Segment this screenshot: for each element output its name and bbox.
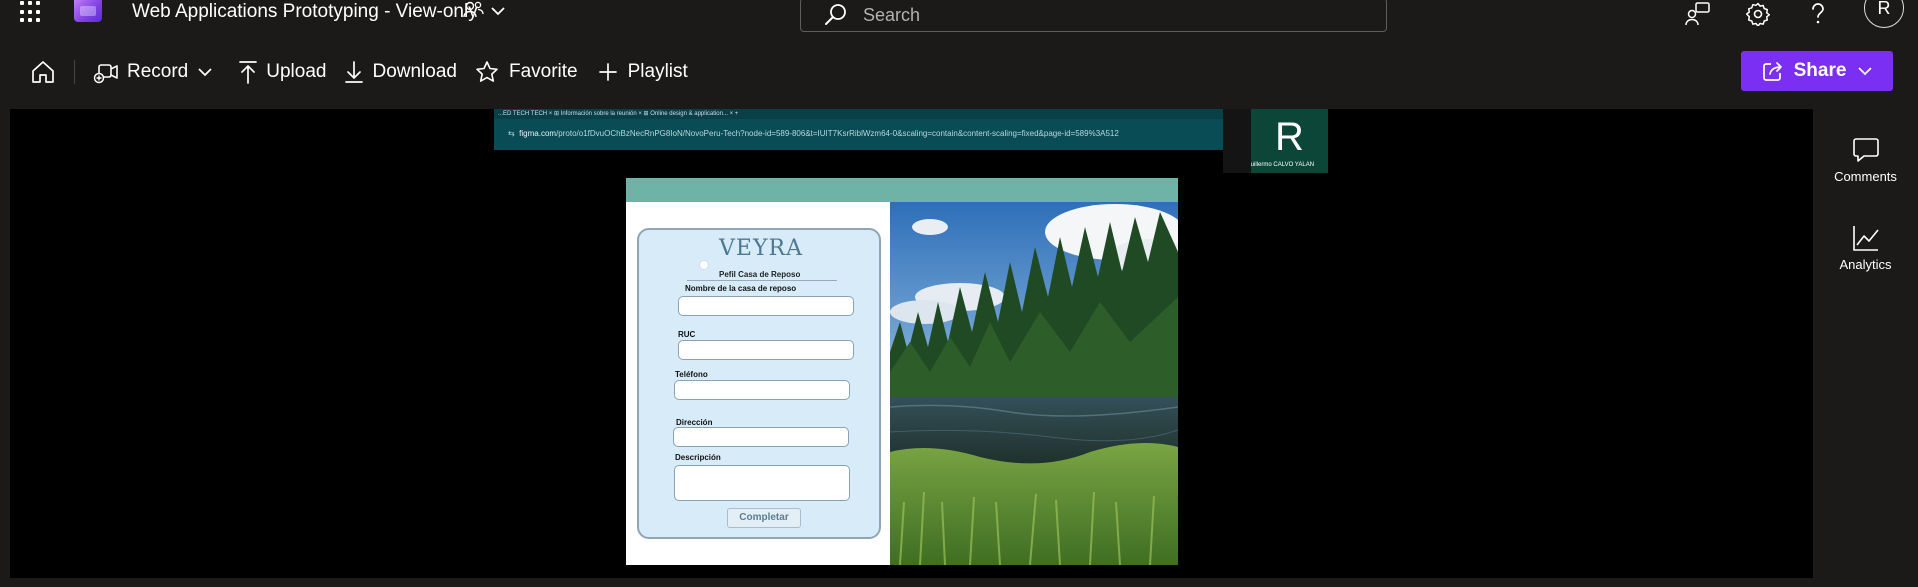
comment-icon — [1851, 135, 1881, 165]
shared-browser-window: ...ED TECH TECH × ⊞ Información sobre la… — [494, 109, 1224, 150]
analytics-label: Analytics — [1839, 257, 1892, 272]
profile-title: Pefil Casa de Reposo — [719, 270, 801, 279]
search-box[interactable]: Search — [800, 0, 1387, 32]
analytics-chart-icon — [1851, 223, 1881, 253]
home-icon — [32, 61, 54, 83]
field-label: Descripción — [675, 453, 721, 462]
stream-logo-icon — [74, 0, 102, 22]
home-button[interactable] — [30, 50, 56, 94]
right-rail: Comments Analytics — [1813, 109, 1918, 587]
upload-icon — [239, 61, 258, 84]
search-icon — [823, 2, 849, 28]
profile-form-card: VEYRA Pefil Casa de Reposo Nombre de la … — [637, 228, 881, 539]
brand-logo-text: VEYRA — [719, 236, 803, 261]
participant-initial: R — [1275, 115, 1304, 159]
field-label: RUC — [678, 330, 696, 339]
comments-label: Comments — [1834, 169, 1897, 184]
title-underline — [687, 280, 837, 281]
settings-gear-icon[interactable] — [1744, 0, 1772, 28]
chevron-down-icon[interactable] — [198, 67, 212, 77]
name-input[interactable] — [678, 296, 854, 316]
record-label: Record — [127, 61, 189, 82]
chevron-down-icon[interactable] — [1858, 66, 1873, 76]
playlist-button[interactable]: Playlist — [598, 50, 688, 94]
record-camera-icon — [93, 64, 118, 84]
favorite-label: Favorite — [508, 61, 578, 82]
profile-avatar-icon — [699, 260, 709, 270]
title-actions — [463, 0, 505, 24]
field-label: Dirección — [676, 418, 713, 427]
field-label: Teléfono — [675, 370, 708, 379]
address-input[interactable] — [673, 427, 849, 447]
url-path: /proto/o1fDvuOChBzNecRnPG8IoN/NovoPeru-T… — [556, 129, 1119, 138]
browser-url: ⇆ figma.com/proto/o1fDvuOChBzNecRnPG8IoN… — [508, 129, 1119, 138]
browser-tabs: ...ED TECH TECH × ⊞ Información sobre la… — [494, 109, 1224, 119]
url-domain: figma.com — [519, 129, 557, 138]
download-icon — [345, 61, 364, 83]
share-icon — [1762, 62, 1782, 81]
top-right-actions: R — [1684, 0, 1918, 28]
shared-people-icon[interactable] — [463, 1, 485, 24]
help-icon[interactable] — [1804, 0, 1832, 28]
video-player[interactable]: ...ED TECH TECH × ⊞ Información sobre la… — [10, 109, 1813, 578]
page-title: Web Applications Prototyping - View-only — [132, 1, 478, 22]
top-header: Web Applications Prototyping - View-only… — [0, 0, 1918, 40]
toolbar-divider — [74, 60, 75, 84]
record-button[interactable]: Record — [93, 50, 212, 94]
star-icon — [476, 61, 498, 82]
favorite-button[interactable]: Favorite — [475, 50, 578, 94]
share-label: Share — [1793, 60, 1847, 81]
playlist-label: Playlist — [627, 61, 688, 82]
plus-icon — [598, 63, 617, 81]
prototype-header-band — [626, 178, 1178, 202]
phone-input[interactable] — [674, 380, 850, 400]
ruc-input[interactable] — [678, 340, 854, 360]
landscape-image — [890, 202, 1178, 565]
participant-tile-shadow — [1223, 109, 1251, 173]
upload-label: Upload — [266, 61, 327, 82]
feedback-icon[interactable] — [1684, 0, 1712, 28]
command-bar: Record Upload Download Favorite Playlist… — [0, 50, 1918, 94]
app-launcher-icon[interactable] — [14, 0, 46, 24]
field-label: Nombre de la casa de reposo — [685, 284, 797, 293]
chevron-down-icon[interactable] — [491, 3, 505, 21]
upload-button[interactable]: Upload — [238, 50, 326, 94]
download-label: Download — [372, 61, 457, 82]
comments-button[interactable]: Comments — [1813, 135, 1918, 184]
analytics-button[interactable]: Analytics — [1813, 223, 1918, 272]
download-button[interactable]: Download — [344, 50, 457, 94]
user-avatar[interactable]: R — [1864, 0, 1904, 28]
description-textarea[interactable] — [674, 465, 850, 501]
share-button[interactable]: Share — [1741, 51, 1893, 91]
prototype-frame: VEYRA Pefil Casa de Reposo Nombre de la … — [626, 178, 1178, 565]
complete-button[interactable]: Completar — [727, 508, 801, 528]
search-placeholder: Search — [863, 4, 921, 25]
